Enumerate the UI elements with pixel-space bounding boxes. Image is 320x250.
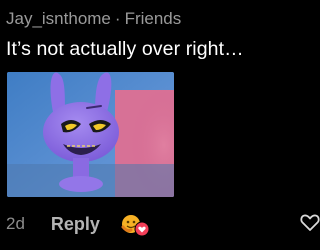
comment-media-gif[interactable] bbox=[7, 72, 174, 197]
like-button[interactable] bbox=[299, 211, 320, 233]
heart-reaction-icon bbox=[134, 221, 150, 237]
comment-header: Jay_isnthome · Friends bbox=[6, 9, 181, 29]
comment-footer: 2d Reply bbox=[6, 212, 150, 237]
comment-timestamp: 2d bbox=[6, 214, 25, 233]
reaction-summary[interactable] bbox=[121, 212, 150, 237]
friend-status-label: Friends bbox=[124, 9, 182, 28]
character-reaction-image bbox=[7, 72, 174, 197]
header-separator: · bbox=[114, 9, 121, 28]
comment-text: It’s not actually over right… bbox=[6, 38, 244, 60]
reply-button[interactable]: Reply bbox=[51, 214, 100, 235]
username-link[interactable]: Jay_isnthome bbox=[6, 9, 111, 28]
heart-outline-icon bbox=[300, 214, 320, 231]
